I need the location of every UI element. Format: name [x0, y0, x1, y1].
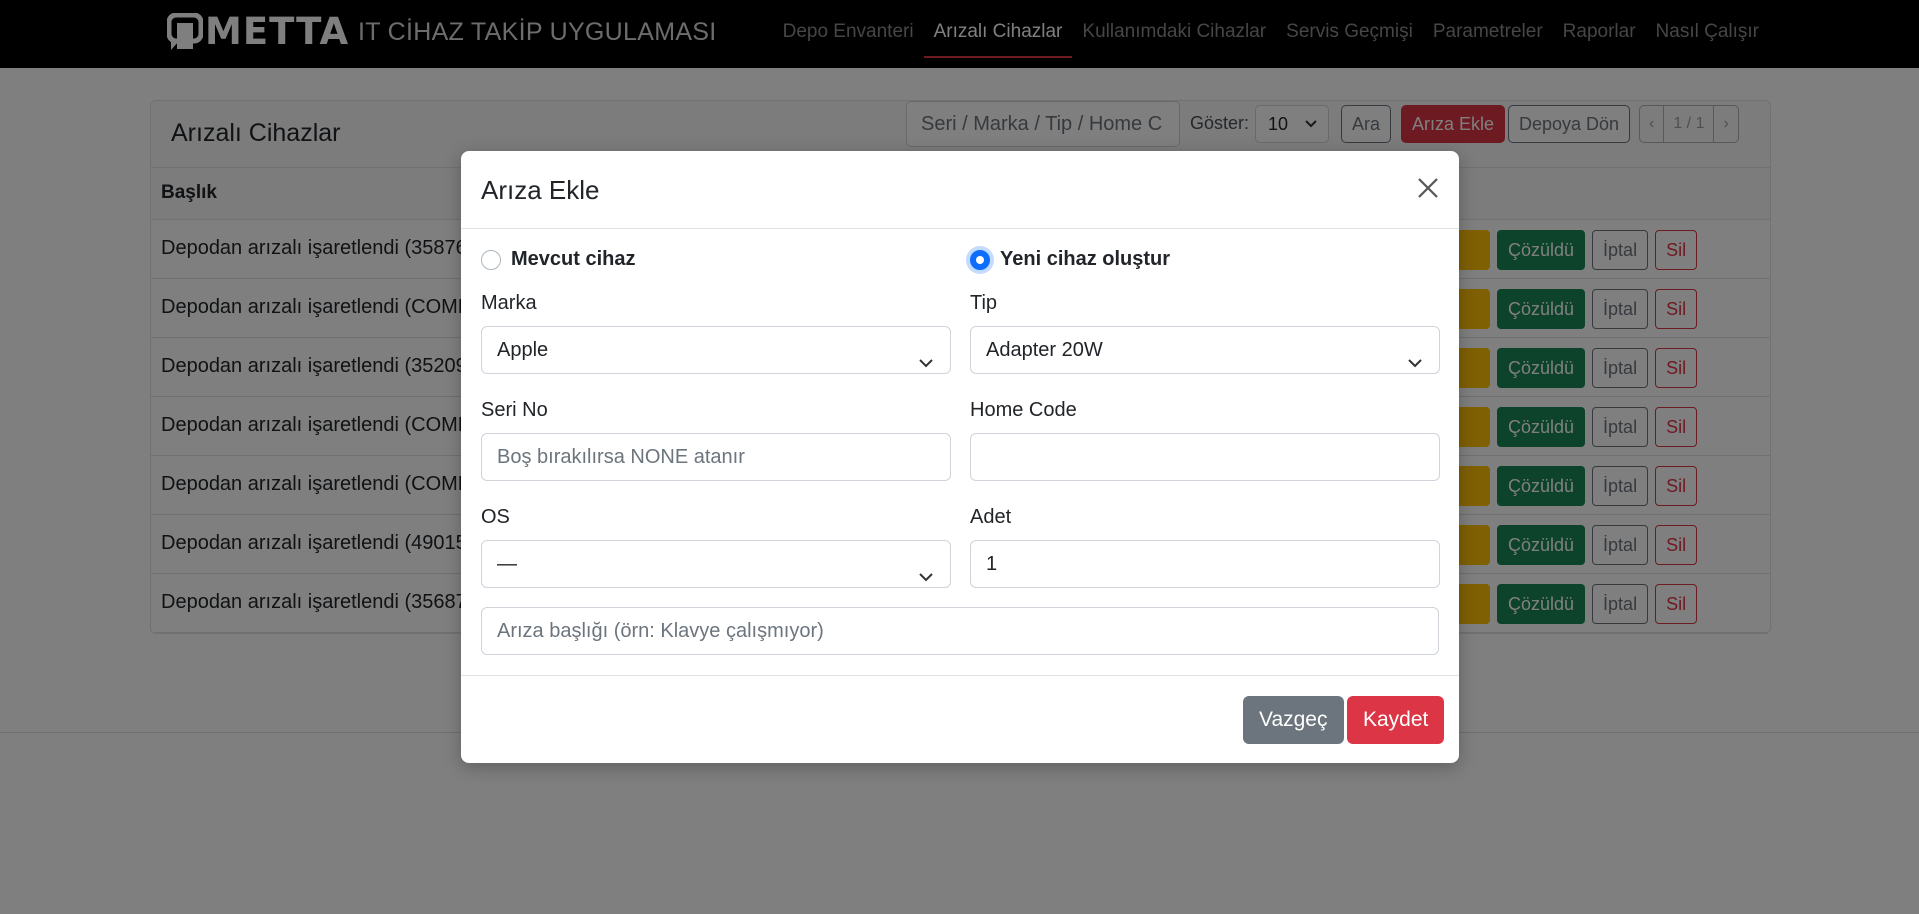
radio-new-label: Yeni cihaz oluştur	[1000, 248, 1171, 270]
radio-new-input[interactable]	[970, 249, 990, 270]
adet-input[interactable]: 1	[970, 540, 1440, 588]
modal-title: Arıza Ekle	[481, 175, 600, 205]
cancel-button[interactable]: Vazgeç	[1243, 696, 1344, 744]
os-label: OS	[481, 506, 510, 528]
marka-select[interactable]: Apple	[481, 326, 951, 374]
radio-new-device[interactable]: Yeni cihaz oluştur	[970, 248, 1170, 271]
fault-title-input[interactable]: Arıza başlığı (örn: Klavye çalışmıyor)	[481, 607, 1439, 655]
adet-label: Adet	[970, 506, 1012, 528]
serial-label: Seri No	[481, 399, 548, 421]
radio-existing-device[interactable]: Mevcut cihaz	[481, 248, 635, 271]
modal-header: Arıza Ekle	[461, 151, 1459, 229]
chevron-down-icon	[1407, 342, 1423, 368]
marka-label: Marka	[481, 292, 537, 314]
save-button[interactable]: Kaydet	[1347, 696, 1445, 744]
home-code-input[interactable]	[970, 433, 1440, 481]
serial-input[interactable]: Boş bırakılırsa NONE atanır	[481, 433, 951, 481]
radio-existing-input[interactable]	[481, 249, 501, 270]
close-icon[interactable]	[1413, 173, 1443, 203]
radio-existing-label: Mevcut cihaz	[511, 248, 636, 270]
chevron-down-icon	[918, 342, 934, 368]
os-select[interactable]: —	[481, 540, 951, 588]
tip-value: Adapter 20W	[986, 339, 1103, 361]
tip-select[interactable]: Adapter 20W	[970, 326, 1440, 374]
modal-footer: Vazgeç Kaydet	[461, 675, 1459, 763]
os-value: —	[497, 553, 517, 575]
chevron-down-icon	[918, 556, 934, 582]
add-fault-modal: Arıza Ekle Mevcut cihaz Yeni cihaz oluşt…	[461, 151, 1459, 763]
modal-body: Mevcut cihaz Yeni cihaz oluştur Marka Ap…	[461, 230, 1459, 675]
tip-label: Tip	[970, 292, 998, 314]
home-code-label: Home Code	[970, 399, 1077, 421]
marka-value: Apple	[497, 339, 549, 361]
